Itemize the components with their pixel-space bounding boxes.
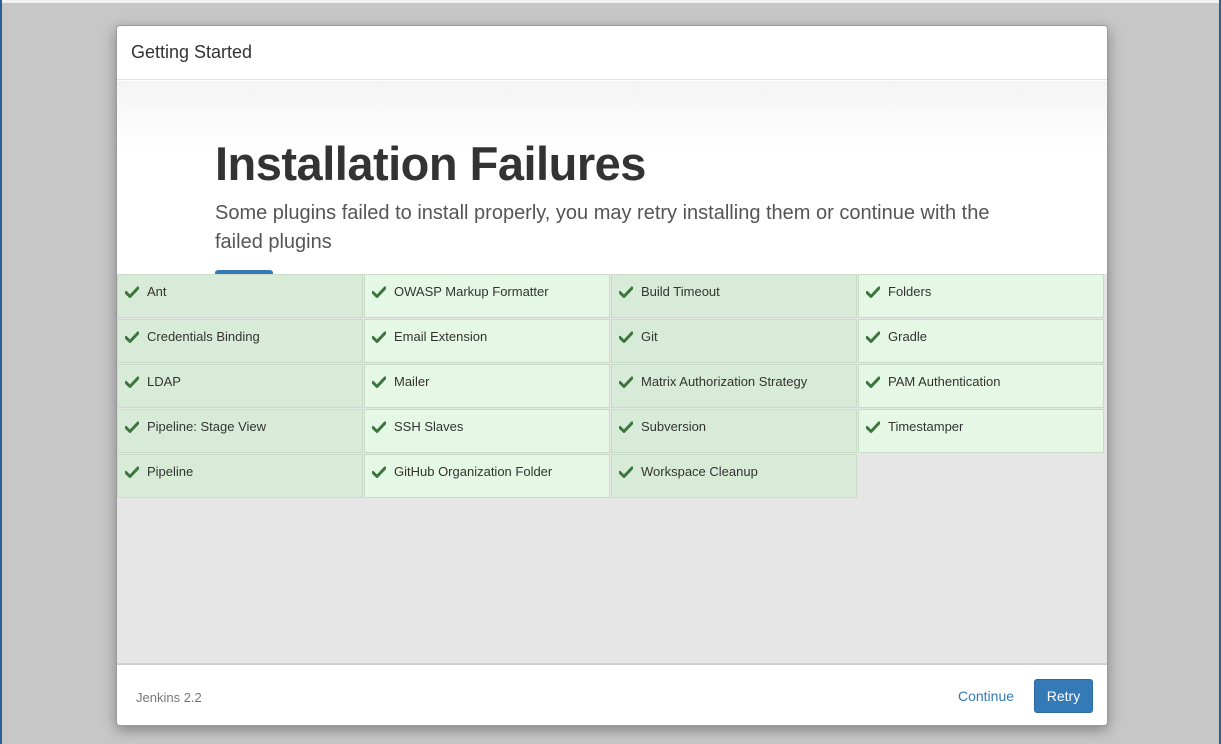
check-icon <box>619 331 633 343</box>
plugin-item: GitHub Organization Folder <box>364 454 610 498</box>
page-title: Installation Failures <box>215 137 646 190</box>
plugin-item: Mailer <box>364 364 610 408</box>
continue-button[interactable]: Continue <box>947 679 1025 713</box>
plugin-item: Matrix Authorization Strategy <box>611 364 857 408</box>
dialog-footer: Jenkins 2.2 Continue Retry <box>117 663 1107 725</box>
plugin-item: PAM Authentication <box>858 364 1104 408</box>
check-icon <box>125 376 139 388</box>
plugin-item: Subversion <box>611 409 857 453</box>
plugin-item: LDAP <box>117 364 363 408</box>
window-top-edge <box>0 0 1221 3</box>
check-icon <box>372 466 386 478</box>
plugin-name: Gradle <box>888 329 928 344</box>
plugin-item: Pipeline: Stage View <box>117 409 363 453</box>
window-left-border <box>0 0 2 744</box>
plugin-item: OWASP Markup Formatter <box>364 274 610 318</box>
plugin-name: Folders <box>888 284 932 299</box>
plugin-name: Timestamper <box>888 419 964 434</box>
dialog-body: Installation Failures Some plugins faile… <box>117 81 1107 663</box>
check-icon <box>866 286 880 298</box>
check-icon <box>866 376 880 388</box>
check-icon <box>125 466 139 478</box>
check-icon <box>125 421 139 433</box>
plugin-item: SSH Slaves <box>364 409 610 453</box>
plugin-item: Email Extension <box>364 319 610 363</box>
check-icon <box>619 421 633 433</box>
version-label: Jenkins 2.2 <box>136 690 202 705</box>
check-icon <box>125 331 139 343</box>
plugin-item: Ant <box>117 274 363 318</box>
plugin-name: Ant <box>147 284 167 299</box>
check-icon <box>372 331 386 343</box>
plugin-name: SSH Slaves <box>394 419 464 434</box>
retry-button[interactable]: Retry <box>1034 679 1093 713</box>
plugin-name: Git <box>641 329 658 344</box>
dialog-title: Getting Started <box>131 42 253 62</box>
plugin-item: Credentials Binding <box>117 319 363 363</box>
plugin-item: Workspace Cleanup <box>611 454 857 498</box>
plugin-item: Git <box>611 319 857 363</box>
check-icon <box>619 286 633 298</box>
plugin-name: OWASP Markup Formatter <box>394 284 549 299</box>
check-icon <box>372 376 386 388</box>
plugin-item: Folders <box>858 274 1104 318</box>
hero-section: Installation Failures Some plugins faile… <box>117 81 1107 276</box>
plugin-name: Build Timeout <box>641 284 720 299</box>
plugin-item: Timestamper <box>858 409 1104 453</box>
plugin-name: Email Extension <box>394 329 488 344</box>
plugin-name: Matrix Authorization Strategy <box>641 374 808 389</box>
check-icon <box>372 421 386 433</box>
plugin-item: Gradle <box>858 319 1104 363</box>
plugin-name: Credentials Binding <box>147 329 260 344</box>
check-icon <box>619 466 633 478</box>
check-icon <box>866 331 880 343</box>
setup-dialog: Getting Started Installation Failures So… <box>116 25 1108 726</box>
plugin-name: GitHub Organization Folder <box>394 464 553 479</box>
plugin-status-grid: Ant Credentials Binding LDAP Pipeline: Stag… <box>117 274 1107 500</box>
plugin-name: Workspace Cleanup <box>641 464 758 479</box>
plugin-name: PAM Authentication <box>888 374 1001 389</box>
dialog-header: Getting Started <box>117 26 1107 80</box>
check-icon <box>619 376 633 388</box>
plugin-name: Pipeline <box>147 464 194 479</box>
plugin-name: Subversion <box>641 419 707 434</box>
check-icon <box>866 421 880 433</box>
plugin-name: Mailer <box>394 374 430 389</box>
plugin-name: Pipeline: Stage View <box>147 419 267 434</box>
page-subtitle: Some plugins failed to install properly,… <box>215 202 990 253</box>
plugin-item: Build Timeout <box>611 274 857 318</box>
plugin-item: Pipeline <box>117 454 363 498</box>
check-icon <box>125 286 139 298</box>
plugin-name: LDAP <box>147 374 181 389</box>
check-icon <box>372 286 386 298</box>
